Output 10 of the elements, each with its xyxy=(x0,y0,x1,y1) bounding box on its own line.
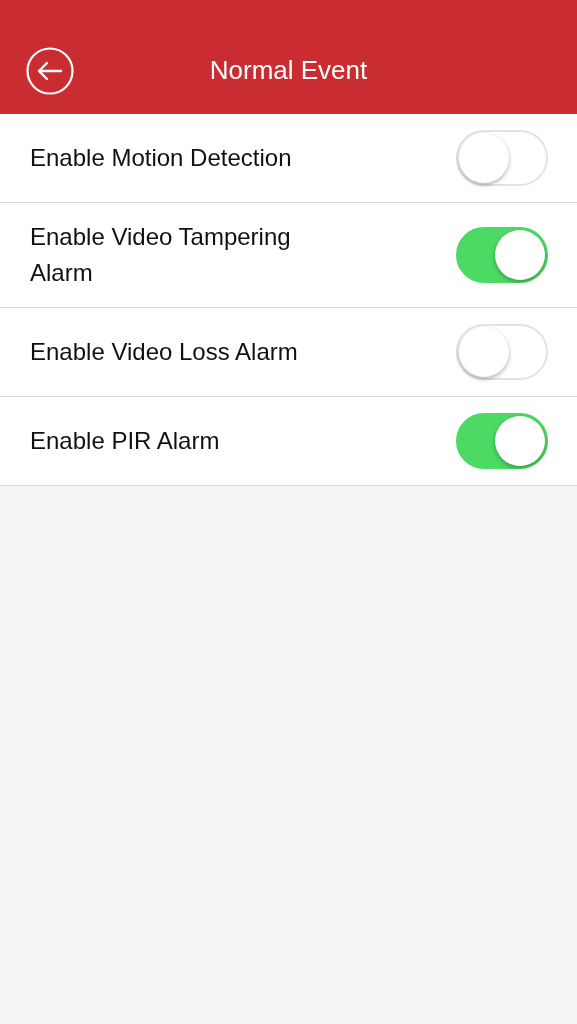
setting-label: Enable PIR Alarm xyxy=(30,426,221,456)
page-title: Normal Event xyxy=(209,54,368,86)
back-button[interactable] xyxy=(26,47,74,95)
setting-label: Enable Video Tampering Alarm xyxy=(30,222,292,288)
toggle-switch[interactable] xyxy=(456,227,548,283)
toggle-switch[interactable] xyxy=(456,413,548,469)
toggle-switch[interactable] xyxy=(456,130,548,186)
setting-label: Enable Motion Detection xyxy=(30,143,293,173)
setting-label: Enable Video Loss Alarm xyxy=(30,337,299,367)
toggle-switch[interactable] xyxy=(456,324,548,380)
